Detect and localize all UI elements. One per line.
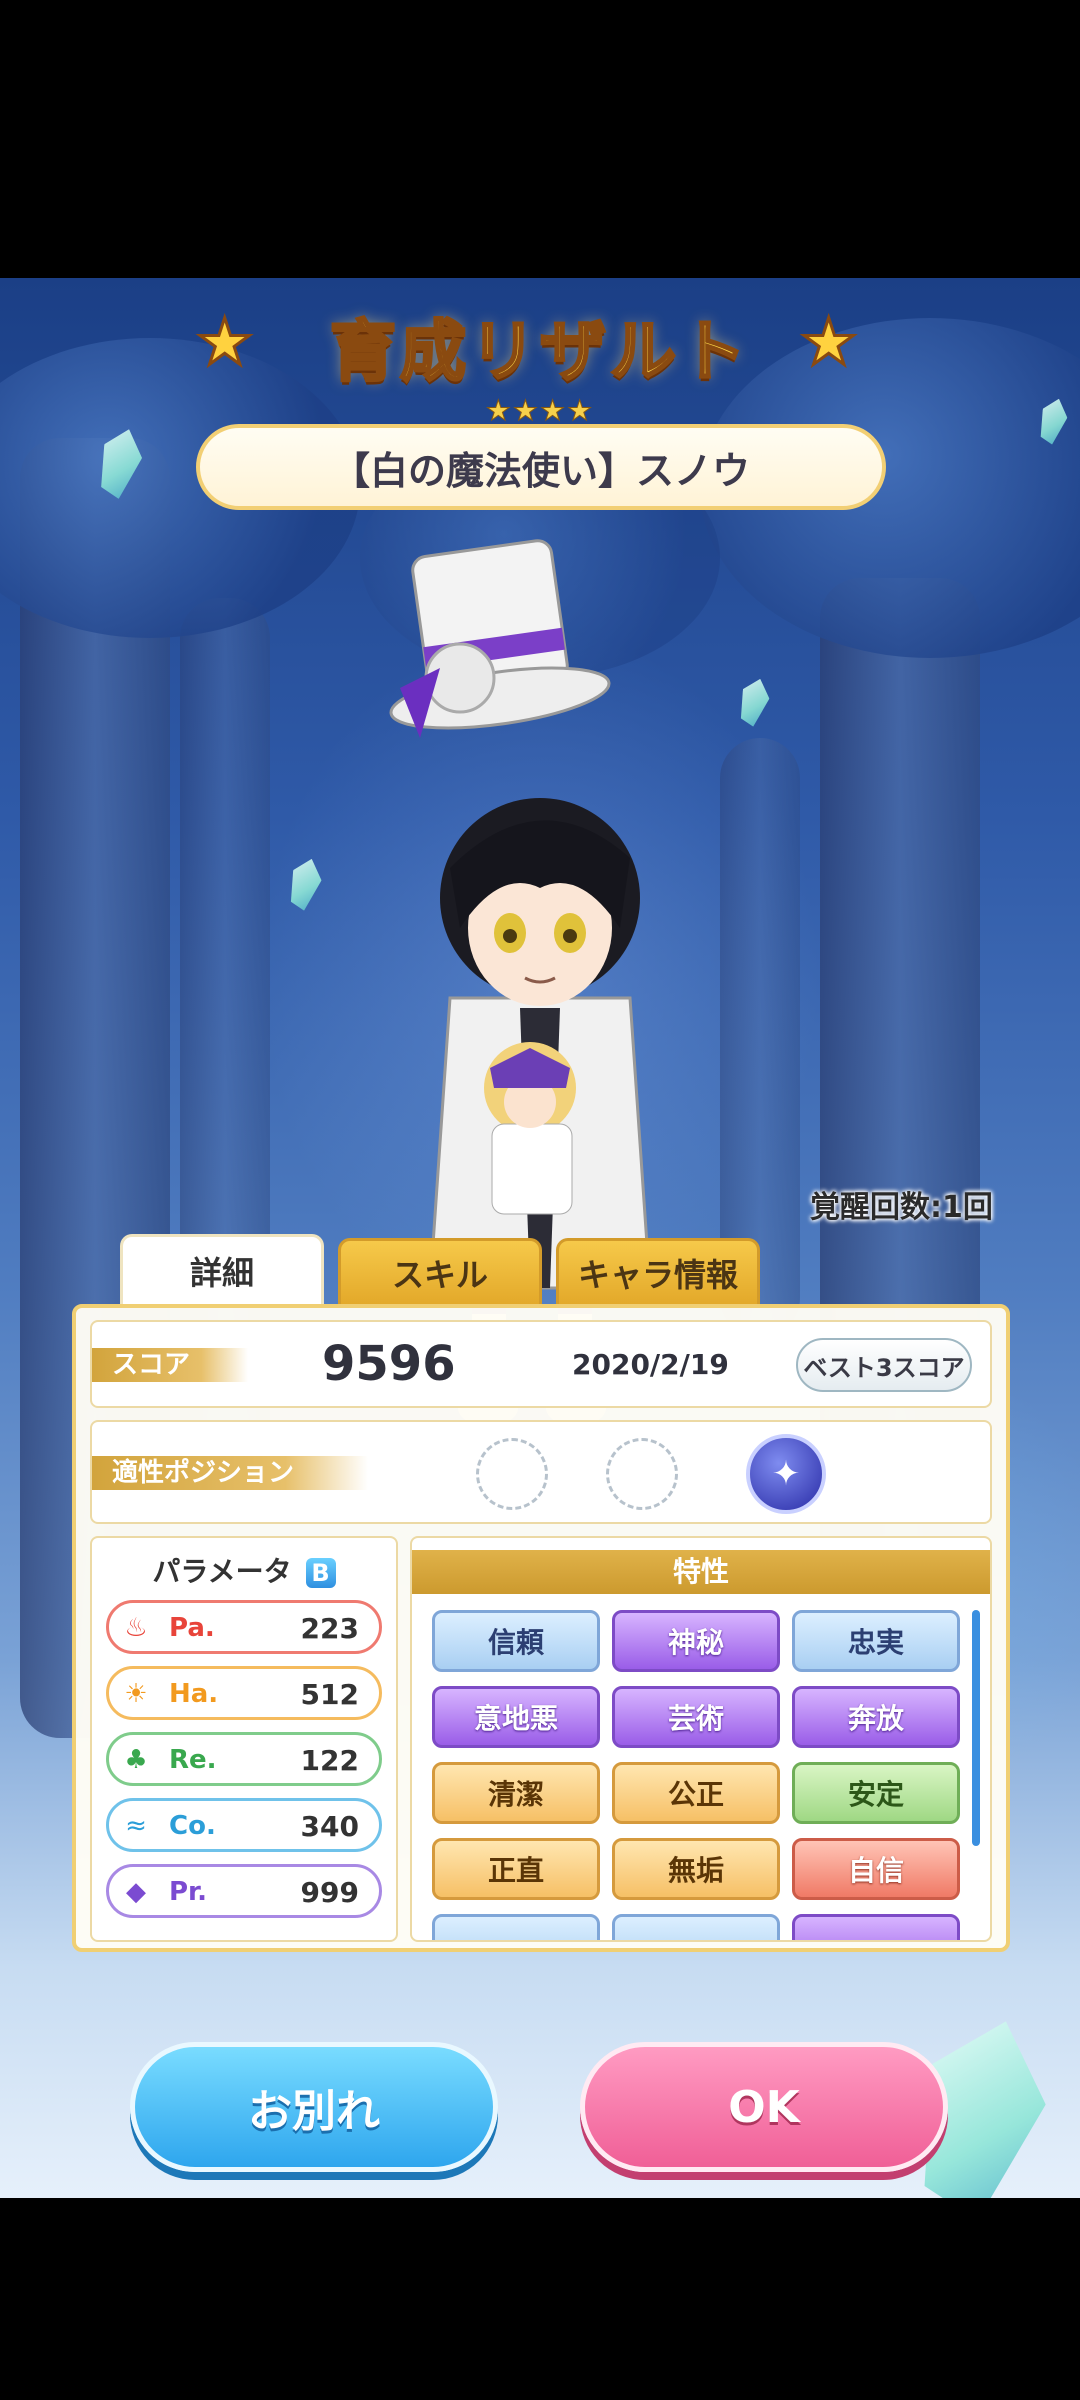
position-row: 適性ポジション ✦ xyxy=(90,1420,992,1524)
wave-icon: ≈ xyxy=(125,1811,147,1841)
position-slot-empty xyxy=(476,1438,548,1510)
trait-box: 特性 信頼 神秘 忠実 意地悪 芸術 奔放 清潔 公正 安定 正直 無垢 自信 xyxy=(410,1536,992,1942)
trait-badge-partial[interactable] xyxy=(792,1914,960,1940)
trait-scrollbar[interactable] xyxy=(972,1610,980,1846)
param-name: Pr. xyxy=(169,1877,208,1907)
clover-icon: ♣ xyxy=(124,1745,148,1775)
param-name: Co. xyxy=(169,1811,216,1841)
title-area: 育成リザルト xyxy=(0,298,1080,394)
trait-badge[interactable]: 信頼 xyxy=(432,1610,600,1672)
trait-badge[interactable]: 奔放 xyxy=(792,1686,960,1748)
result-screen: ★ ★ 育成リザルト ★★★★ 【白の魔法使い】スノウ 覚醒回数:1回 詳細 ス… xyxy=(0,278,1080,2198)
awakening-count: 覚醒回数:1回 xyxy=(810,1190,993,1225)
param-value: 122 xyxy=(300,1744,359,1777)
sun-icon: ☀ xyxy=(124,1679,148,1709)
details-panel: スコア 9596 2020/2/19 ベスト3スコア 適性ポジション ✦ パラメ… xyxy=(72,1304,1010,1952)
parameter-title: パラメータ B xyxy=(92,1550,396,1590)
param-ha: ☀ Ha. 512 xyxy=(106,1666,382,1720)
farewell-button[interactable]: お別れ xyxy=(130,2042,498,2172)
crystal-icon xyxy=(284,855,326,913)
score-row: スコア 9596 2020/2/19 ベスト3スコア xyxy=(90,1320,992,1408)
flame-icon: ♨ xyxy=(124,1613,148,1643)
param-re: ♣ Re. 122 xyxy=(106,1732,382,1786)
param-value: 999 xyxy=(300,1876,359,1909)
parameter-box: パラメータ B ♨ Pa. 223 ☀ Ha. 512 ♣ Re. 122 ≈ C… xyxy=(90,1536,398,1942)
tab-character-info[interactable]: キャラ情報 xyxy=(556,1238,760,1304)
position-slot-icon: ✦ xyxy=(746,1434,826,1514)
trait-title: 特性 xyxy=(412,1550,990,1594)
page-title: 育成リザルト xyxy=(329,312,750,392)
rarity-stars: ★★★★ xyxy=(485,394,595,428)
param-name: Pa. xyxy=(169,1613,215,1643)
param-co: ≈ Co. 340 xyxy=(106,1798,382,1852)
parameter-title-label: パラメータ xyxy=(152,1555,292,1588)
param-pr: ◆ Pr. 999 xyxy=(106,1864,382,1918)
best-3-score-button[interactable]: ベスト3スコア xyxy=(796,1338,972,1392)
param-value: 512 xyxy=(300,1678,359,1711)
trait-badge[interactable]: 芸術 xyxy=(612,1686,780,1748)
trait-badge[interactable]: 無垢 xyxy=(612,1838,780,1900)
trait-badge-partial[interactable] xyxy=(612,1914,780,1940)
diamond-icon: ◆ xyxy=(126,1877,146,1907)
ok-button[interactable]: OK xyxy=(580,2042,948,2172)
trait-badge[interactable]: 清潔 xyxy=(432,1762,600,1824)
param-value: 340 xyxy=(300,1810,359,1843)
position-slot-empty xyxy=(606,1438,678,1510)
trait-badge[interactable]: 自信 xyxy=(792,1838,960,1900)
parameter-rank-badge: B xyxy=(305,1558,336,1588)
tab-skill[interactable]: スキル xyxy=(338,1238,542,1304)
position-label: 適性ポジション xyxy=(92,1456,368,1490)
trait-badge[interactable]: 正直 xyxy=(432,1838,600,1900)
trait-badge[interactable]: 意地悪 xyxy=(432,1686,600,1748)
trait-badge[interactable]: 忠実 xyxy=(792,1610,960,1672)
param-pa: ♨ Pa. 223 xyxy=(106,1600,382,1654)
param-value: 223 xyxy=(300,1612,359,1645)
trait-badge-partial[interactable] xyxy=(432,1914,600,1940)
trait-badge[interactable]: 神秘 xyxy=(612,1610,780,1672)
score-value: 9596 xyxy=(322,1336,456,1392)
tab-bar: 詳細 スキル キャラ情報 xyxy=(120,1234,760,1304)
character-name: 【白の魔法使い】スノウ xyxy=(331,448,750,493)
trait-badge[interactable]: 公正 xyxy=(612,1762,780,1824)
crystal-icon xyxy=(734,675,773,729)
character-name-plate: 【白の魔法使い】スノウ xyxy=(196,424,886,510)
param-name: Re. xyxy=(169,1745,217,1775)
score-label: スコア xyxy=(92,1348,248,1382)
param-name: Ha. xyxy=(169,1679,219,1709)
trait-badge[interactable]: 安定 xyxy=(792,1762,960,1824)
score-date: 2020/2/19 xyxy=(572,1348,729,1381)
tab-details[interactable]: 詳細 xyxy=(120,1234,324,1304)
